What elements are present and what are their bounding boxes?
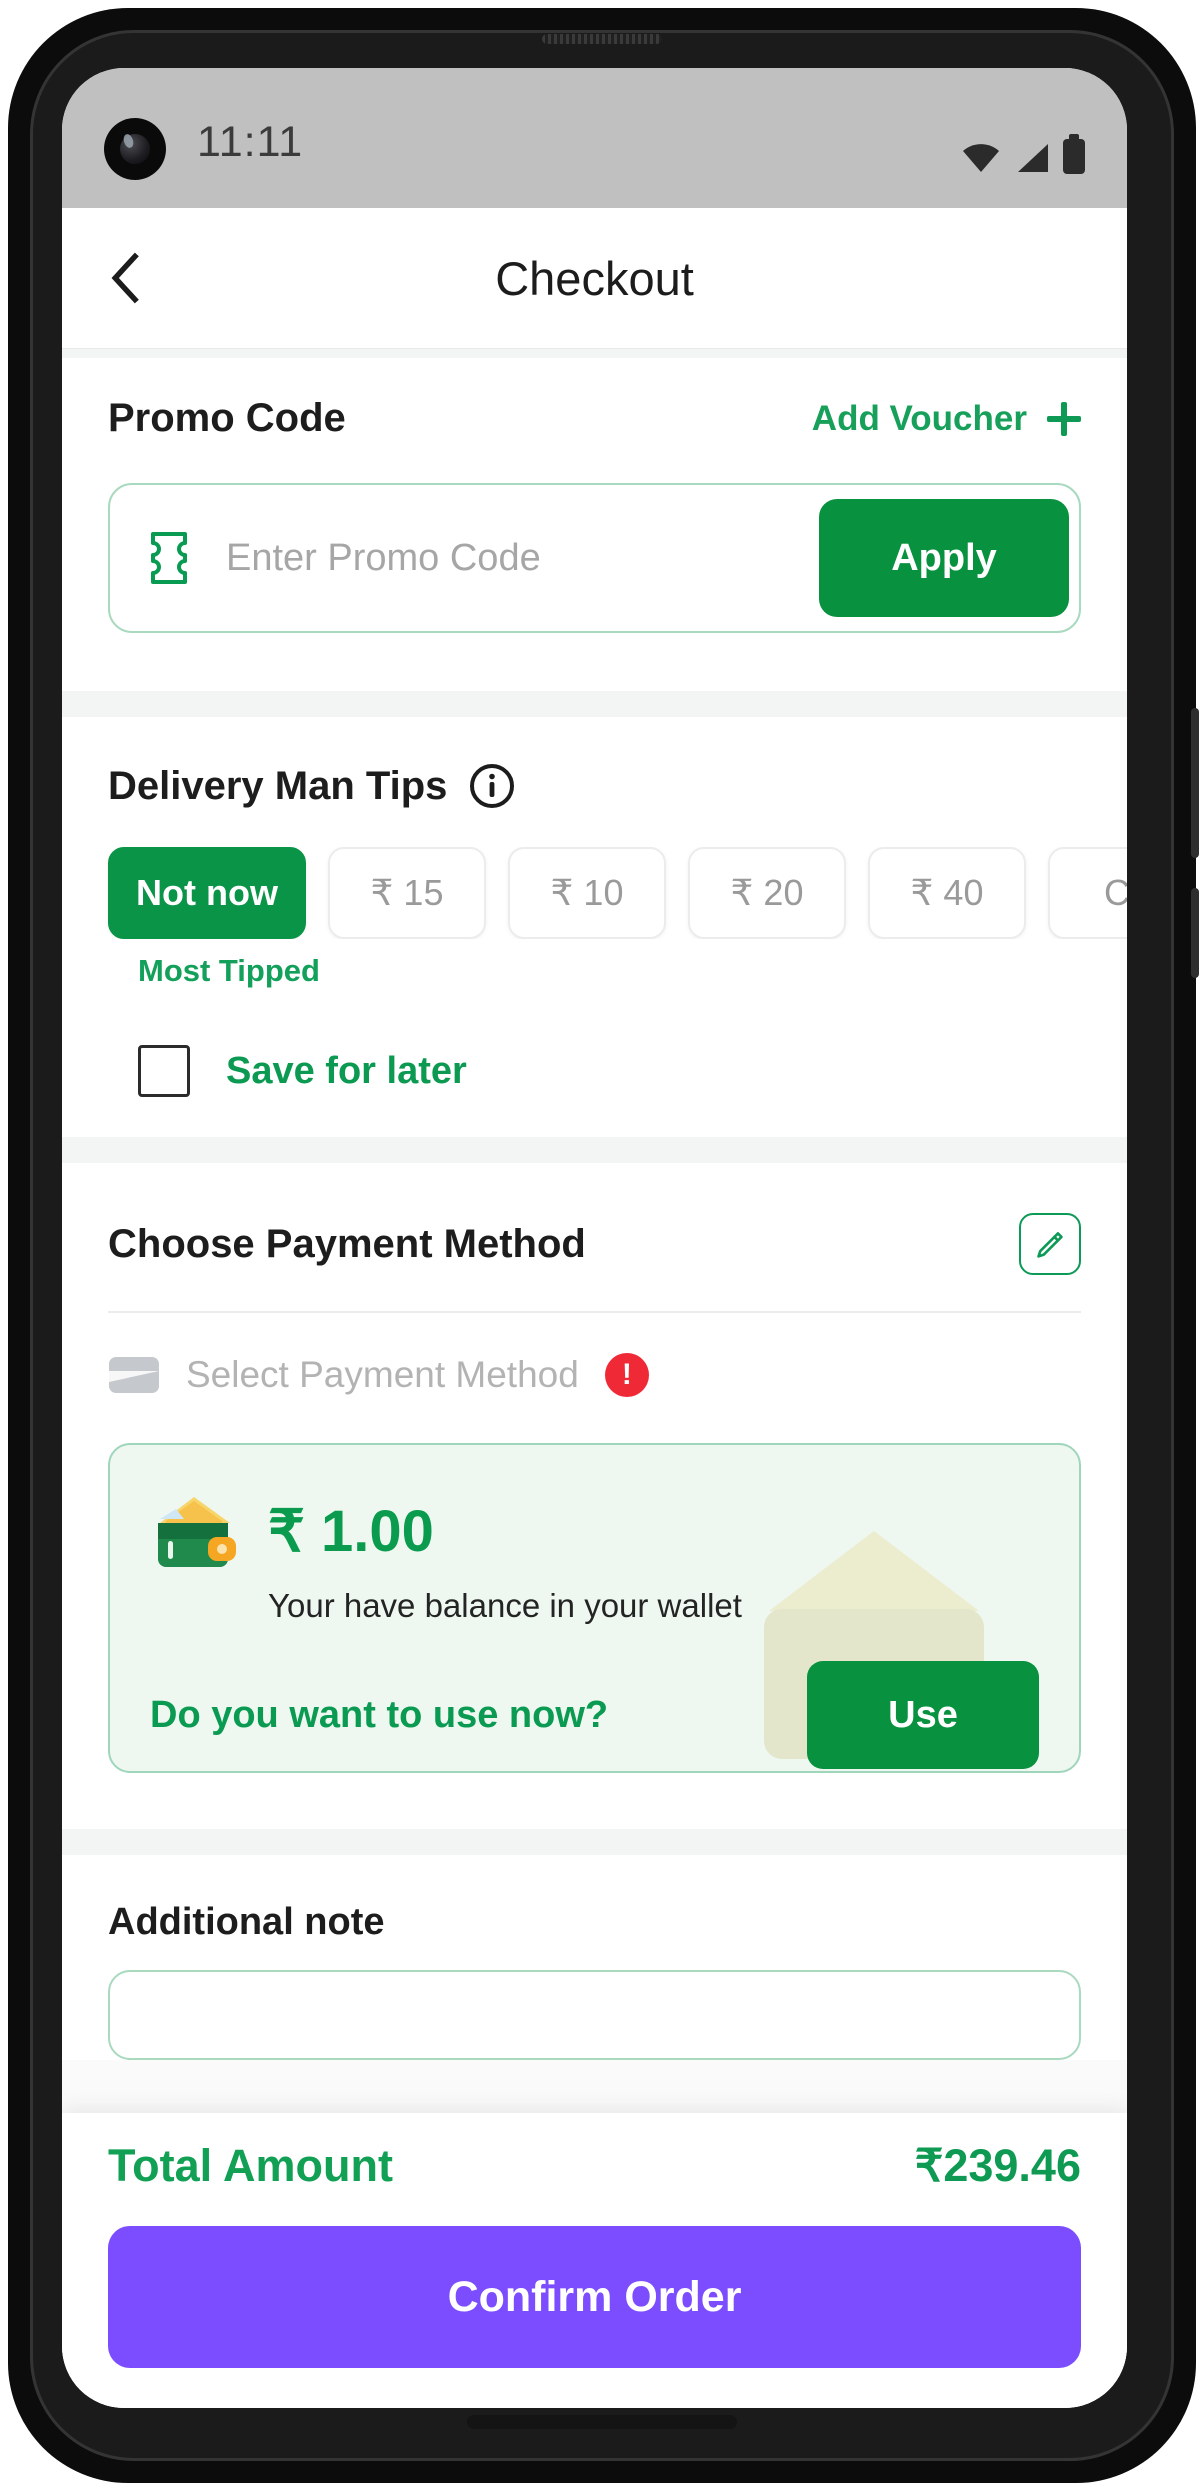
wallet-amount: ₹ 1.00 [268, 1499, 434, 1564]
add-voucher-button[interactable]: Add Voucher [812, 399, 1081, 439]
section-gap-2 [62, 1137, 1127, 1163]
payment-method-section: Choose Payment Method Select Payment Met… [62, 1163, 1127, 1829]
pencil-edit-icon [1037, 1232, 1063, 1258]
status-time: 11:11 [197, 118, 304, 166]
save-for-later-label: Save for later [226, 1049, 467, 1092]
wallet-question: Do you want to use now? [150, 1693, 609, 1736]
tip-chip-20[interactable]: ₹ 20 [688, 847, 846, 939]
screenshot-root: 11:11 Checkout Promo Code Add Voucher En… [0, 0, 1204, 2491]
tip-chip-15[interactable]: ₹ 15 [328, 847, 486, 939]
tips-title: Delivery Man Tips [108, 763, 448, 808]
phone-screen: 11:11 Checkout Promo Code Add Voucher En… [62, 68, 1127, 2408]
section-divider [62, 348, 1127, 358]
battery-icon [1063, 134, 1085, 174]
tips-header: Delivery Man Tips [62, 763, 1127, 809]
wallet-amount-row: ₹ 1.00 [150, 1489, 1039, 1573]
page-title: Checkout [495, 251, 694, 305]
select-payment-label: Select Payment Method [186, 1354, 579, 1395]
app-content: Checkout Promo Code Add Voucher Enter Pr… [62, 208, 1127, 2408]
delivery-tips-section: Delivery Man Tips Not now ₹ 15 ₹ 10 ₹ 20… [62, 717, 1127, 1137]
select-payment-row[interactable]: Select Payment Method ! [108, 1353, 1081, 1397]
promo-header: Promo Code Add Voucher [108, 396, 1081, 441]
tip-chips: Not now ₹ 15 ₹ 10 ₹ 20 ₹ 40 Cu [62, 847, 1127, 939]
navigation-pill[interactable] [467, 2415, 737, 2429]
payment-divider [108, 1311, 1081, 1313]
payment-title: Choose Payment Method [108, 1221, 586, 1266]
add-voucher-label: Add Voucher [811, 398, 1027, 438]
exclamation-icon: ! [604, 1353, 649, 1397]
front-camera-punch-hole [104, 118, 166, 180]
tip-chip-10[interactable]: ₹ 10 [508, 847, 666, 939]
plus-icon [1047, 401, 1081, 436]
tip-chip-40[interactable]: ₹ 40 [868, 847, 1026, 939]
confirm-order-button[interactable]: Confirm Order [108, 2226, 1081, 2368]
credit-card-icon [109, 1357, 159, 1393]
payment-header: Choose Payment Method [108, 1213, 1081, 1275]
promo-code-section: Promo Code Add Voucher Apply [62, 358, 1127, 691]
status-bar: 11:11 [62, 68, 1127, 208]
promo-code-input[interactable] [226, 536, 819, 580]
info-circle-icon[interactable] [469, 763, 515, 809]
tip-chips-scroller[interactable]: Not now ₹ 15 ₹ 10 ₹ 20 ₹ 40 Cu [62, 847, 1127, 939]
tip-chip-not-now[interactable]: Not now [108, 847, 306, 939]
app-bar: Checkout [62, 208, 1127, 348]
total-row: Total Amount ₹239.46 [108, 2139, 1081, 2192]
additional-note-section: Additional note [62, 1855, 1127, 2060]
promo-title: Promo Code [108, 396, 346, 440]
chevron-left-icon [111, 252, 139, 304]
total-amount-label: Total Amount [108, 2139, 393, 2191]
promo-input-row: Apply [108, 483, 1081, 633]
wallet-action-row: Do you want to use now? Use [150, 1661, 1039, 1769]
earpiece-speaker [542, 34, 662, 44]
wifi-icon [961, 142, 1001, 174]
tip-chip-custom[interactable]: Cu [1048, 847, 1127, 939]
edit-payment-button[interactable] [1019, 1213, 1081, 1275]
total-amount-value: ₹239.46 [914, 2140, 1081, 2191]
cellular-signal-icon [1014, 142, 1050, 174]
additional-note-title: Additional note [108, 1901, 385, 1943]
checkout-footer: Total Amount ₹239.46 Confirm Order [62, 2113, 1127, 2408]
ticket-icon [151, 532, 187, 584]
most-tipped-label: Most Tipped [138, 953, 320, 988]
apply-promo-button[interactable]: Apply [819, 499, 1069, 617]
wallet-subtitle: Your have balance in your wallet [268, 1587, 742, 1624]
use-wallet-button[interactable]: Use [807, 1661, 1039, 1769]
status-icons [961, 124, 1085, 174]
additional-note-input[interactable] [108, 1970, 1081, 2060]
save-for-later-row[interactable]: Save for later [62, 989, 1127, 1097]
volume-button[interactable] [1191, 708, 1199, 858]
save-for-later-checkbox[interactable] [138, 1045, 190, 1097]
section-gap-1 [62, 691, 1127, 717]
wallet-icon [158, 1497, 236, 1567]
wallet-balance-card: ₹ 1.00 Your have balance in your wallet … [108, 1443, 1081, 1773]
power-button[interactable] [1191, 888, 1199, 978]
back-button[interactable] [96, 248, 156, 308]
most-tipped-badge-row: Most Tipped [62, 953, 1127, 989]
section-gap-3 [62, 1829, 1127, 1855]
